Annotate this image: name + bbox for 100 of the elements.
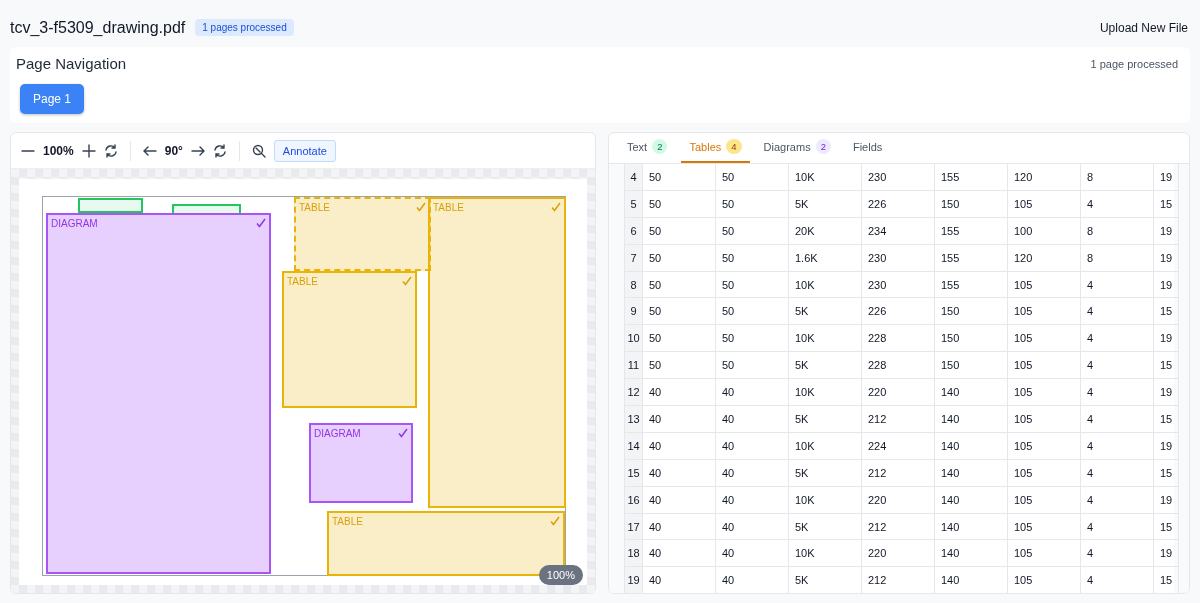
table-cell: 50 bbox=[643, 325, 716, 353]
table-cell: 10K bbox=[789, 325, 862, 353]
diagram-region[interactable]: DIAGRAM bbox=[309, 423, 413, 503]
table-cell: 50 bbox=[716, 325, 789, 353]
row-number: 10 bbox=[625, 325, 643, 353]
table-cell: 140 bbox=[935, 486, 1008, 514]
table-cell: 50 bbox=[716, 244, 789, 272]
region-label: TABLE bbox=[287, 276, 318, 287]
table-cell: 40 bbox=[716, 486, 789, 514]
annotate-button[interactable]: Annotate bbox=[273, 139, 336, 162]
diagram-region[interactable]: DIAGRAM bbox=[46, 213, 271, 574]
table-cell: 4 bbox=[1081, 432, 1154, 460]
table-cell: 4 bbox=[1081, 567, 1154, 593]
table-cell: 40 bbox=[716, 406, 789, 433]
row-number: 19 bbox=[625, 567, 643, 593]
row-number: 9 bbox=[625, 298, 643, 326]
table-cell: 50 bbox=[716, 164, 789, 191]
rotation-angle: 90° bbox=[164, 143, 183, 158]
row-number: 11 bbox=[625, 352, 643, 380]
table-cell: 4 bbox=[1081, 352, 1154, 380]
zoom-level: 100% bbox=[43, 143, 74, 158]
table-cell: 10K bbox=[789, 271, 862, 299]
check-icon bbox=[256, 218, 266, 228]
row-number: 13 bbox=[625, 406, 643, 433]
table-cell: 212 bbox=[862, 459, 935, 487]
page-button[interactable]: Page 1 bbox=[20, 84, 85, 114]
table-cell: 50 bbox=[716, 352, 789, 380]
table-cell: 234 bbox=[862, 217, 935, 245]
zoom-reset-icon[interactable] bbox=[251, 143, 266, 158]
table-cell: 19 bbox=[1154, 379, 1180, 406]
table-cell: 155 bbox=[935, 217, 1008, 245]
rotate-icon[interactable] bbox=[212, 143, 227, 158]
table-cell: 40 bbox=[643, 459, 716, 487]
table-cell: 5K bbox=[789, 567, 862, 593]
table-cell: 40 bbox=[716, 432, 789, 460]
results-tab[interactable]: Diagrams 2 bbox=[755, 133, 839, 163]
table-region[interactable]: TABLE bbox=[282, 271, 417, 408]
table-cell: 230 bbox=[862, 164, 935, 191]
table-cell: 105 bbox=[1008, 406, 1081, 433]
count-badge: 2 bbox=[652, 139, 668, 154]
table-cell: 140 bbox=[935, 432, 1008, 460]
table-region[interactable]: TABLE bbox=[428, 197, 566, 508]
table-cell: 4 bbox=[1081, 540, 1154, 568]
table-cell: 19 bbox=[1154, 244, 1180, 272]
text-region[interactable] bbox=[172, 204, 241, 215]
table-cell: 228 bbox=[862, 352, 935, 380]
row-number: 8 bbox=[625, 271, 643, 299]
table-cell: 105 bbox=[1008, 298, 1081, 326]
table-cell: 8 bbox=[1081, 164, 1154, 191]
table-cell: 140 bbox=[935, 567, 1008, 593]
table-cell: 105 bbox=[1008, 567, 1081, 593]
table-cell: 220 bbox=[862, 540, 935, 568]
table-cell: 140 bbox=[935, 540, 1008, 568]
table-cell: 50 bbox=[716, 298, 789, 326]
table-cell: 212 bbox=[862, 406, 935, 433]
table-cell: 100 bbox=[1008, 217, 1081, 245]
table-cell: 140 bbox=[935, 406, 1008, 433]
table-cell: 105 bbox=[1008, 486, 1081, 514]
row-number: 16 bbox=[625, 486, 643, 514]
table-cell: 40 bbox=[643, 567, 716, 593]
pages-processed-badge: 1 pages processed bbox=[195, 19, 294, 36]
card-title: Page Navigation bbox=[16, 55, 127, 72]
table-cell: 105 bbox=[1008, 271, 1081, 299]
table-cell: 120 bbox=[1008, 164, 1081, 191]
table-cell: 105 bbox=[1008, 459, 1081, 487]
table-cell: 50 bbox=[643, 190, 716, 218]
table-cell: 4 bbox=[1081, 459, 1154, 487]
table-cell: 140 bbox=[935, 459, 1008, 487]
results-tab[interactable]: Text 2 bbox=[619, 133, 676, 163]
table-cell: 15 bbox=[1154, 513, 1180, 541]
table-cell: 105 bbox=[1008, 352, 1081, 380]
table-cell: 50 bbox=[716, 217, 789, 245]
table-cell: 4 bbox=[1081, 486, 1154, 514]
table-cell: 220 bbox=[862, 486, 935, 514]
table-cell: 15 bbox=[1154, 298, 1180, 326]
refresh-icon[interactable] bbox=[103, 143, 118, 158]
table-cell: 50 bbox=[716, 271, 789, 299]
table-cell: 40 bbox=[643, 379, 716, 406]
table-cell: 50 bbox=[643, 217, 716, 245]
table-cell: 212 bbox=[862, 513, 935, 541]
table-cell: 40 bbox=[716, 540, 789, 568]
table-cell: 4 bbox=[1081, 190, 1154, 218]
table-cell: 40 bbox=[643, 540, 716, 568]
table-cell: 224 bbox=[862, 432, 935, 460]
table-cell: 10K bbox=[789, 486, 862, 514]
table-cell: 40 bbox=[643, 406, 716, 433]
table-cell: 230 bbox=[862, 244, 935, 272]
table-region[interactable]: TABLE bbox=[294, 197, 431, 271]
table-cell: 150 bbox=[935, 325, 1008, 353]
table-cell: 10K bbox=[789, 379, 862, 406]
table-cell: 50 bbox=[716, 190, 789, 218]
check-icon bbox=[402, 276, 412, 286]
table-cell: 220 bbox=[862, 379, 935, 406]
upload-button[interactable]: Upload New File bbox=[1097, 16, 1190, 39]
row-number: 4 bbox=[625, 164, 643, 191]
results-tab[interactable]: Fields bbox=[844, 133, 891, 163]
table-cell: 155 bbox=[935, 271, 1008, 299]
region-label: DIAGRAM bbox=[51, 218, 98, 229]
plus-icon[interactable] bbox=[81, 143, 96, 158]
table-cell: 20K bbox=[789, 217, 862, 245]
